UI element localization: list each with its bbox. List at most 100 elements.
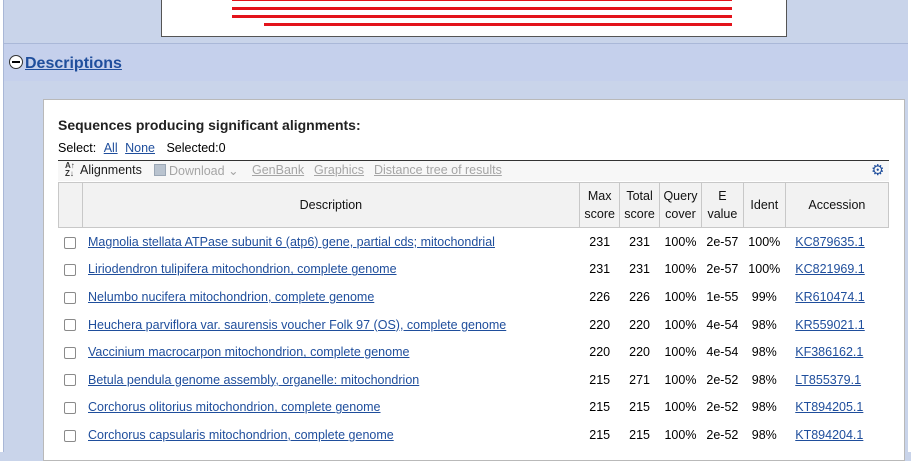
column-header-max-score[interactable]: Max score xyxy=(579,182,621,228)
download-button[interactable]: Download ⌄ xyxy=(154,163,239,178)
table-header-row: Description Max score Total score Query cov… xyxy=(58,182,890,228)
table-row: Heuchera parviflora var. saurensis vouch… xyxy=(59,311,889,339)
query-cover-cell: 100% xyxy=(664,262,697,277)
table-row: Vaccinium macrocarpon mitochondrion, com… xyxy=(59,338,889,366)
evalue-cell: 2e-52 xyxy=(706,372,739,387)
gear-icon[interactable]: ⚙ xyxy=(871,161,884,179)
evalue-cell: 1e-55 xyxy=(706,289,739,304)
accession-link[interactable]: KR610474.1 xyxy=(795,290,865,304)
description-link[interactable]: Corchorus capsularis mitochondrion, comp… xyxy=(88,428,394,442)
row-checkbox-cell xyxy=(59,283,83,311)
accession-cell: LT855379.1 xyxy=(785,366,888,394)
ident-cell: 98% xyxy=(751,317,777,332)
descriptions-link[interactable]: Descriptions xyxy=(25,55,122,73)
ident-cell: 99% xyxy=(751,289,777,304)
row-checkbox-cell xyxy=(59,394,83,422)
results-table: Description Max score Total score Query cov… xyxy=(58,182,890,449)
column-header-evalue[interactable]: Evalue xyxy=(700,182,744,228)
row-checkbox[interactable] xyxy=(64,319,77,332)
table-row: Magnolia stellata ATPase subunit 6 (atp6… xyxy=(59,228,889,256)
panel-title: Sequences producing significant alignmen… xyxy=(58,117,361,133)
row-checkbox-cell xyxy=(59,366,83,394)
sort-icon[interactable]: A↑ Z↓ xyxy=(65,162,75,178)
description-link[interactable]: Liriodendron tulipifera mitochondrion, c… xyxy=(88,262,397,276)
row-checkbox[interactable] xyxy=(64,402,77,415)
query-cover-cell: 100% xyxy=(664,234,697,249)
max-score-cell: 220 xyxy=(589,317,611,332)
accession-link[interactable]: KF386162.1 xyxy=(795,345,863,359)
column-header-ident[interactable]: Ident xyxy=(742,182,786,228)
accession-cell: KF386162.1 xyxy=(785,338,888,366)
genbank-link[interactable]: GenBank xyxy=(252,163,304,177)
select-none-link[interactable]: None xyxy=(125,141,155,155)
select-controls: Select: All None Selected:0 xyxy=(58,141,226,155)
accession-link[interactable]: KR559021.1 xyxy=(795,318,865,332)
description-cell: Corchorus olitorius mitochondrion, compl… xyxy=(82,394,580,422)
query-cover-cell: 100% xyxy=(664,289,697,304)
results-toolbar: A↑ Z↓ Alignments Download ⌄ GenBank Graph… xyxy=(58,160,889,181)
description-link[interactable]: Heuchera parviflora var. saurensis vouch… xyxy=(88,318,506,332)
row-checkbox[interactable] xyxy=(64,236,77,249)
distance-tree-link[interactable]: Distance tree of results xyxy=(374,163,502,177)
total-score-cell: 215 xyxy=(629,427,650,442)
row-checkbox[interactable] xyxy=(64,264,77,277)
download-label: Download xyxy=(169,164,225,178)
description-link[interactable]: Corchorus olitorius mitochondrion, compl… xyxy=(88,400,381,414)
accession-cell: KC821969.1 xyxy=(785,256,888,284)
graphics-link[interactable]: Graphics xyxy=(314,163,364,177)
column-header-description[interactable]: Description xyxy=(81,182,581,228)
column-header-query-cover[interactable]: Query cover xyxy=(658,182,702,228)
row-checkbox-cell xyxy=(59,311,83,339)
max-score-cell: 231 xyxy=(589,234,611,249)
row-checkbox-cell xyxy=(59,256,83,284)
hit-line xyxy=(232,0,732,1)
row-checkbox[interactable] xyxy=(64,429,77,442)
accession-link[interactable]: LT855379.1 xyxy=(795,373,861,387)
evalue-cell: 2e-52 xyxy=(706,427,739,442)
total-score-cell: 220 xyxy=(629,317,650,332)
description-link[interactable]: Vaccinium macrocarpon mitochondrion, com… xyxy=(88,345,409,359)
accession-cell: KT894205.1 xyxy=(785,394,888,422)
ident-cell: 98% xyxy=(751,372,777,387)
total-score-cell: 231 xyxy=(629,234,650,249)
row-checkbox[interactable] xyxy=(64,291,77,304)
accession-cell: KR610474.1 xyxy=(785,283,888,311)
description-cell: Vaccinium macrocarpon mitochondrion, com… xyxy=(82,338,580,366)
select-label: Select: xyxy=(58,141,97,155)
row-checkbox-cell xyxy=(59,421,83,449)
row-checkbox-cell xyxy=(59,338,83,366)
accession-link[interactable]: KC879635.1 xyxy=(795,235,865,249)
total-score-cell: 226 xyxy=(629,289,650,304)
accession-link[interactable]: KC821969.1 xyxy=(795,262,865,276)
query-cover-cell: 100% xyxy=(664,372,697,387)
hit-line xyxy=(232,15,732,18)
query-cover-cell: 100% xyxy=(664,427,697,442)
description-link[interactable]: Magnolia stellata ATPase subunit 6 (atp6… xyxy=(88,235,495,249)
ident-cell: 98% xyxy=(751,400,777,415)
evalue-cell: 2e-57 xyxy=(706,234,739,249)
query-cover-cell: 100% xyxy=(664,317,697,332)
table-row: Corchorus olitorius mitochondrion, compl… xyxy=(59,394,889,422)
max-score-cell: 215 xyxy=(589,400,611,415)
collapse-minus-icon[interactable] xyxy=(9,55,23,69)
total-score-cell: 271 xyxy=(629,372,650,387)
alignments-button[interactable]: Alignments xyxy=(80,163,142,177)
max-score-cell: 215 xyxy=(589,427,611,442)
select-all-link[interactable]: All xyxy=(104,141,118,155)
description-link[interactable]: Betula pendula genome assembly, organell… xyxy=(88,373,419,387)
selected-count: Selected:0 xyxy=(166,141,226,155)
floppy-disk-icon xyxy=(154,164,166,176)
accession-link[interactable]: KT894205.1 xyxy=(795,400,863,414)
hit-line xyxy=(264,23,732,26)
evalue-cell: 2e-57 xyxy=(706,262,739,277)
description-link[interactable]: Nelumbo nucifera mitochondrion, complete… xyxy=(88,290,374,304)
hit-line xyxy=(232,7,732,10)
column-header-total-score[interactable]: Total score xyxy=(619,182,660,228)
row-checkbox[interactable] xyxy=(64,346,77,359)
column-header-accession[interactable]: Accession xyxy=(784,182,890,228)
row-checkbox[interactable] xyxy=(64,374,77,387)
chevron-down-icon: ⌄ xyxy=(224,164,239,178)
accession-link[interactable]: KT894204.1 xyxy=(795,428,863,442)
description-cell: Magnolia stellata ATPase subunit 6 (atp6… xyxy=(82,228,580,256)
query-cover-cell: 100% xyxy=(664,400,697,415)
